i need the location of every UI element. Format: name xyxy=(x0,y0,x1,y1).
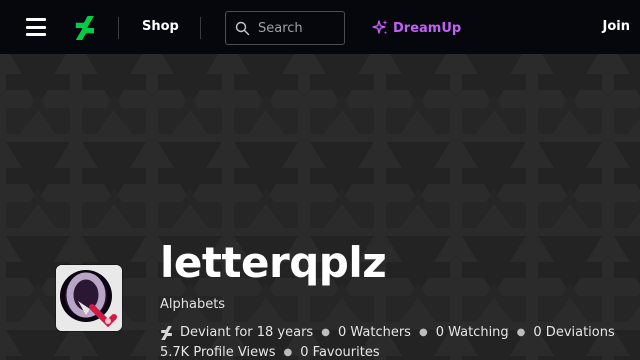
watching-link[interactable]: 0 Watching xyxy=(436,325,509,340)
favourites-link[interactable]: 0 Favourites xyxy=(300,345,379,360)
avatar[interactable] xyxy=(56,265,122,331)
separator-dot: ● xyxy=(283,347,293,358)
nav-divider xyxy=(200,17,201,39)
deviations-link[interactable]: 0 Deviations xyxy=(533,325,614,340)
deviantart-small-icon xyxy=(161,325,172,340)
profile-username[interactable]: letterqplz xyxy=(160,236,387,290)
member-duration: Deviant for 18 years xyxy=(180,325,314,340)
nav-divider xyxy=(118,17,119,39)
avatar-image xyxy=(56,265,122,331)
separator-dot: ● xyxy=(516,327,526,338)
dreamup-button[interactable]: DreamUp xyxy=(371,17,461,39)
search-box[interactable] xyxy=(225,11,345,45)
sparkle-icon xyxy=(372,20,388,35)
join-button[interactable]: Join xyxy=(603,19,630,34)
deviantart-logo-icon[interactable] xyxy=(74,16,94,40)
separator-dot: ● xyxy=(418,327,428,338)
separator-dot: ● xyxy=(321,327,330,338)
profile-stats: Deviant for 18 years ● 0 Watchers ● 0 Wa… xyxy=(160,325,615,340)
dreamup-label: DreamUp xyxy=(393,20,462,36)
profile-views: 5.7K Profile Views xyxy=(160,345,276,360)
watchers-link[interactable]: 0 Watchers xyxy=(338,325,411,340)
hamburger-menu-icon[interactable] xyxy=(26,18,46,36)
profile-stats-secondary: 5.7K Profile Views ● 0 Favourites xyxy=(160,345,380,360)
search-icon xyxy=(235,21,250,36)
top-navigation-bar: Shop DreamUp Join xyxy=(0,0,640,54)
profile-tagline: Alphabets xyxy=(160,297,226,312)
search-input[interactable] xyxy=(258,19,340,37)
shop-link[interactable]: Shop xyxy=(142,19,179,34)
